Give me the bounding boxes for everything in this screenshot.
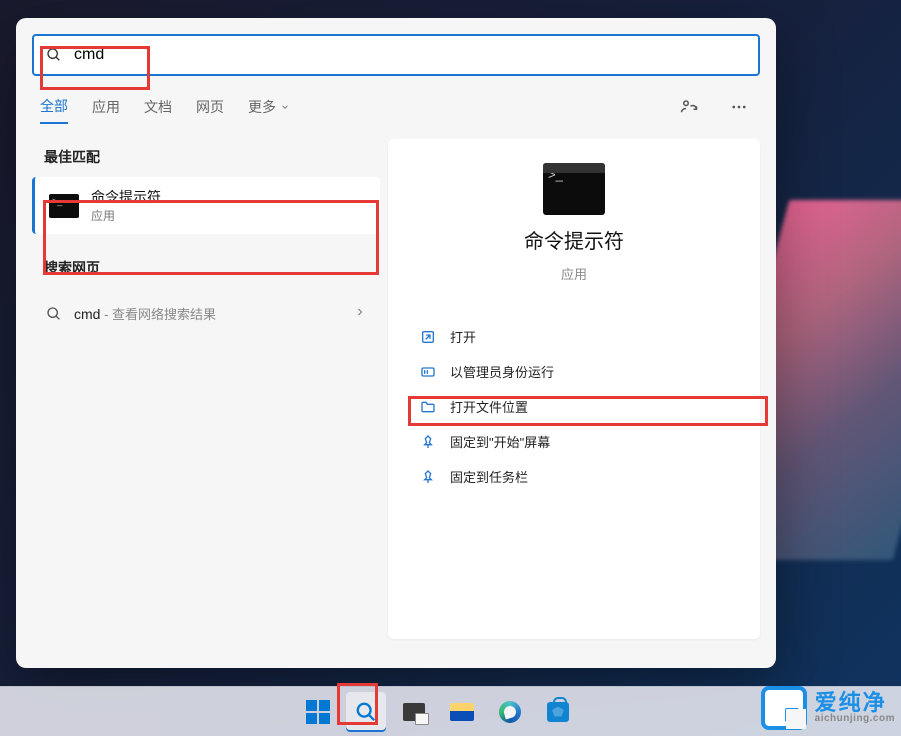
section-web: 搜索网页 (32, 250, 380, 288)
watermark-cn: 爱纯净 (815, 692, 895, 714)
cmd-icon (49, 194, 79, 218)
action-open[interactable]: 打开 (412, 319, 736, 354)
web-result-term: cmd (74, 306, 100, 322)
action-open-location-label: 打开文件位置 (450, 397, 528, 416)
overflow-icon[interactable] (726, 94, 752, 125)
tab-more-label: 更多 (248, 97, 276, 117)
search-icon (46, 306, 62, 322)
file-explorer-icon (450, 703, 474, 721)
taskbar-start-button[interactable] (298, 692, 338, 732)
pin-icon (420, 434, 436, 450)
preview-kind: 应用 (561, 264, 587, 283)
best-match-item[interactable]: 命令提示符 应用 (32, 177, 380, 234)
tab-all[interactable]: 全部 (40, 96, 68, 124)
section-best-match: 最佳匹配 (32, 139, 380, 177)
web-result-item[interactable]: cmd - 查看网络搜索结果 (32, 292, 380, 336)
watermark-logo-icon (761, 686, 807, 730)
taskbar-search-button[interactable] (346, 692, 386, 732)
pin-icon (420, 469, 436, 485)
taskbar-edge-button[interactable] (490, 692, 530, 732)
shield-icon (420, 364, 436, 380)
best-match-kind: 应用 (91, 207, 161, 224)
action-run-admin-label: 以管理员身份运行 (450, 362, 554, 381)
results-column: 最佳匹配 命令提示符 应用 搜索网页 cmd - 查看网络搜索结果 (32, 139, 380, 639)
action-pin-start[interactable]: 固定到"开始"屏幕 (412, 424, 736, 459)
watermark-en: aichunjing.com (815, 714, 895, 724)
tabs: 全部 应用 文档 网页 更多 (16, 76, 776, 131)
search-input[interactable] (74, 46, 746, 64)
search-panel: 全部 应用 文档 网页 更多 最佳匹配 命令提示符 (16, 18, 776, 668)
tab-web[interactable]: 网页 (196, 97, 224, 123)
folder-icon (420, 399, 436, 415)
open-icon (420, 329, 436, 345)
tab-apps[interactable]: 应用 (92, 97, 120, 123)
action-pin-taskbar-label: 固定到任务栏 (450, 467, 528, 486)
tab-more[interactable]: 更多 (248, 97, 290, 123)
best-match-name: 命令提示符 (91, 187, 161, 207)
action-open-label: 打开 (450, 327, 476, 346)
taskbar-explorer-button[interactable] (442, 692, 482, 732)
chevron-down-icon (280, 102, 290, 112)
watermark: 爱纯净 aichunjing.com (761, 686, 895, 730)
taskview-icon (403, 703, 425, 721)
store-icon (547, 702, 569, 722)
tab-docs[interactable]: 文档 (144, 97, 172, 123)
taskbar-store-button[interactable] (538, 692, 578, 732)
edge-icon (499, 701, 521, 723)
preview-actions: 打开 以管理员身份运行 打开文件位置 固定到"开始"屏幕 (396, 319, 752, 494)
action-pin-taskbar[interactable]: 固定到任务栏 (412, 459, 736, 494)
chevron-right-icon (354, 305, 366, 323)
search-box[interactable] (32, 34, 760, 76)
preview-pane: 命令提示符 应用 打开 以管理员身份运行 打开文件位置 (388, 139, 760, 639)
windows-logo-icon (306, 700, 330, 724)
desktop: 全部 应用 文档 网页 更多 最佳匹配 命令提示符 (0, 0, 901, 736)
account-sync-icon[interactable] (676, 94, 702, 125)
action-open-location[interactable]: 打开文件位置 (412, 389, 736, 424)
search-icon (46, 47, 62, 63)
search-icon (355, 701, 377, 723)
action-run-admin[interactable]: 以管理员身份运行 (412, 354, 736, 389)
taskbar-taskview-button[interactable] (394, 692, 434, 732)
web-result-hint: - 查看网络搜索结果 (100, 307, 216, 322)
preview-app-icon (543, 163, 605, 215)
action-pin-start-label: 固定到"开始"屏幕 (450, 432, 550, 451)
preview-title: 命令提示符 (524, 225, 624, 254)
